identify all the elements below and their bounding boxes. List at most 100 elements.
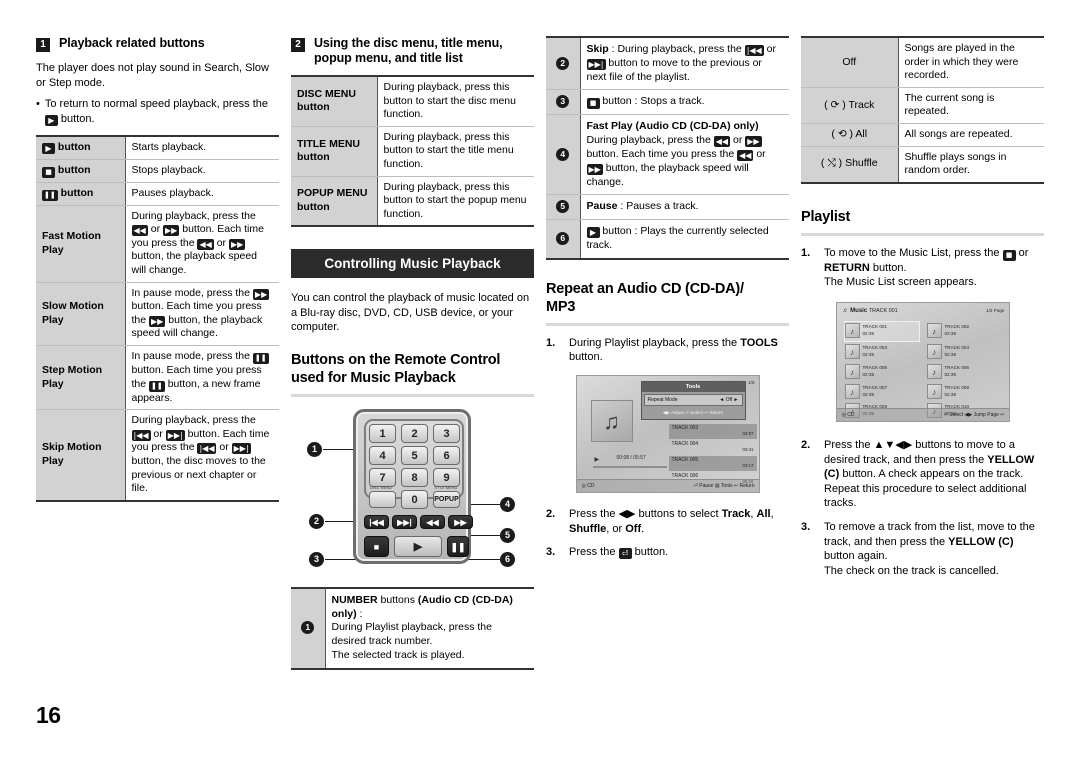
tools-popup: Tools Repeat Mode ◄ Off ► ◀▶ Adjust ⏎ Se…	[640, 380, 746, 420]
remote-key-pause[interactable]: ❚❚	[447, 535, 469, 557]
remote-key-disc-menu[interactable]	[369, 490, 396, 508]
remote-key-7[interactable]: 7	[369, 467, 396, 487]
table-row: 5 Pause : Pauses a track.	[546, 194, 789, 221]
footer-hints: ⏎ Select ◀▶ Jump Page ↩	[943, 411, 1005, 418]
rewind-icon: ◀◀	[131, 225, 148, 237]
left-arrow-icon[interactable]: ◄	[719, 397, 724, 403]
track-name: TRACK 004	[671, 440, 699, 447]
remote-key-0[interactable]: 0	[401, 489, 428, 509]
list-item[interactable]: ♪ TRACK 004 02:35	[926, 343, 1001, 362]
leader-line-4	[469, 503, 501, 505]
list-item[interactable]: ♪ TRACK 008 02:35	[926, 383, 1001, 402]
remote-key-4[interactable]: 4	[369, 445, 396, 465]
row-key-line1: POPUP MENU	[297, 187, 368, 200]
step-number: 2.	[546, 507, 556, 520]
remote-key-8[interactable]: 8	[401, 467, 428, 487]
table-row: ( ⤭ ) Shuffle Shuffle plays songs in ran…	[801, 146, 1044, 184]
step-pre: To move to the Music List, press the	[824, 246, 1003, 259]
list-item[interactable]: ♪ TRACK 003 02:35	[844, 343, 919, 362]
bullet-dot: •	[36, 98, 40, 110]
number-buttons-table: 1 NUMBER buttons (Audio CD (CD-DA) only)…	[291, 586, 534, 670]
row-key-line1: TITLE MENU	[297, 137, 360, 150]
remote-key-rewind[interactable]: ◀◀	[420, 514, 445, 529]
list-item: 3. To remove a track from the list, move…	[801, 520, 1044, 578]
row-value: During playback, press this button to st…	[377, 74, 534, 127]
track-name: TRACK 008	[944, 384, 970, 390]
row-value: Skip : During playback, press the |◀◀ or…	[580, 36, 789, 91]
v-part: During playback, press the	[131, 414, 256, 427]
remote-key-play[interactable]: ▶	[394, 535, 442, 557]
fast-forward-icon: ▶▶	[228, 238, 246, 250]
remote-key-2[interactable]: 2	[401, 423, 428, 443]
callout-6: 6	[500, 551, 515, 567]
list-item[interactable]: TRACK 003 04:07	[668, 423, 757, 439]
tools-popup-title: Tools	[641, 381, 745, 392]
tools-button-label: TOOLS	[740, 336, 778, 349]
row-callout: 1	[291, 586, 326, 670]
remote-key-stop[interactable]: ■	[364, 535, 389, 557]
remote-key-3[interactable]: 3	[433, 423, 460, 443]
table-row: ■ button Stops playback.	[36, 159, 279, 183]
subheading-remote-buttons: Buttons on the Remote Control used for M…	[291, 351, 534, 387]
table-row: Fast Motion Play During playback, press …	[36, 205, 279, 283]
list-item[interactable]: TRACK 004 03:41	[669, 440, 757, 455]
list-item[interactable]: ♪ TRACK 006 02:35	[926, 363, 1001, 382]
repeat-modes-table: Off Songs are played in the order in whi…	[801, 35, 1044, 184]
remote-key-9[interactable]: 9	[433, 467, 460, 487]
remote-key-5[interactable]: 5	[401, 445, 428, 465]
track-name: TRACK 003	[862, 344, 888, 350]
music-note-icon: ♪	[926, 363, 942, 379]
leader-line-1	[323, 448, 355, 450]
remote-key-skip-next[interactable]: ▶▶|	[392, 514, 417, 529]
row-value: During playback, press the |◀◀ or ▶▶| bu…	[125, 409, 279, 502]
v-part: In pause mode, press the	[131, 286, 251, 299]
track-duration: 02:35	[944, 351, 957, 357]
list-item[interactable]: TRACK 005 03:17	[668, 455, 757, 471]
right-arrow-icon[interactable]: ►	[734, 397, 739, 403]
row-key: ❚❚ button	[36, 182, 126, 206]
play-icon: ▶	[42, 143, 55, 154]
remote-key-6[interactable]: 6	[433, 445, 460, 465]
skip-previous-icon: |◀◀	[131, 429, 151, 441]
row-value: Pause : Pauses a track.	[580, 194, 789, 221]
remote-key-1[interactable]: 1	[369, 423, 396, 443]
remote-key-popup-menu[interactable]: POPUP	[433, 490, 460, 508]
row-key-line2: button	[297, 151, 330, 164]
timecode-display: 00:08 / 05:57	[616, 454, 646, 461]
track-name: TRACK 005	[862, 364, 888, 370]
repeat-mode-option[interactable]: Repeat Mode ◄ Off ►	[643, 393, 743, 406]
step-line2: The check on the track is cancelled.	[824, 564, 999, 577]
screenshot-footer-bar: ◎ CD ⏎ Pause ▤ Tools ↩ Return	[576, 478, 759, 492]
list-item[interactable]: ♪ TRACK 001 02:35	[843, 320, 920, 342]
c-button-label: (C)	[998, 535, 1014, 548]
step-post: button. A check appears on the track.	[839, 468, 1024, 481]
row-key: POPUP MENU button	[291, 176, 378, 228]
screenshot-footer-bar: ◎ CD ⏎ Select ◀▶ Jump Page ↩	[836, 407, 1009, 421]
track-duration: 02:35	[862, 330, 875, 336]
subheading-playlist: Playlist	[801, 208, 851, 225]
progress-bar[interactable]	[592, 465, 667, 468]
remote-key-skip-previous[interactable]: |◀◀	[364, 514, 389, 529]
list-item[interactable]: ♪ TRACK 002 02:35	[926, 322, 1001, 341]
row-key: DISC MENU button	[291, 74, 378, 127]
row-value: Starts playback.	[125, 134, 279, 160]
music-list-screenshot: ♬ Music TRACK 001 1/2 Page ♪ TRACK 001 0…	[835, 301, 1010, 422]
list-item[interactable]: ♪ TRACK 005 02:35	[844, 363, 919, 382]
rewind-icon: ◀◀	[197, 238, 214, 250]
remote-key-fast-forward[interactable]: ▶▶	[448, 514, 473, 529]
step-number: 3.	[546, 546, 556, 559]
bullet-normal-speed: • To return to normal speed playback, pr…	[36, 97, 279, 126]
step-text: Press the ⏎ button.	[569, 545, 789, 560]
callout-badge-6: 6	[556, 232, 570, 246]
row-value: ▶ button : Plays the currently selected …	[580, 219, 789, 260]
table-row: ▶ button Starts playback.	[36, 134, 279, 160]
list-item[interactable]: ♪ TRACK 007 02:35	[844, 383, 919, 402]
row-key: TITLE MENU button	[291, 126, 378, 177]
track-duration: 02:35	[944, 330, 957, 336]
table-row: Off Songs are played in the order in whi…	[801, 35, 1044, 88]
subheading-line2: used for Music Playback	[291, 369, 456, 386]
music-note-icon: ♪	[844, 343, 860, 359]
table-row: Skip Motion Play During playback, press …	[36, 409, 279, 502]
row-value: Stops playback.	[125, 159, 279, 183]
t-part: button : Stops a track.	[602, 95, 705, 108]
